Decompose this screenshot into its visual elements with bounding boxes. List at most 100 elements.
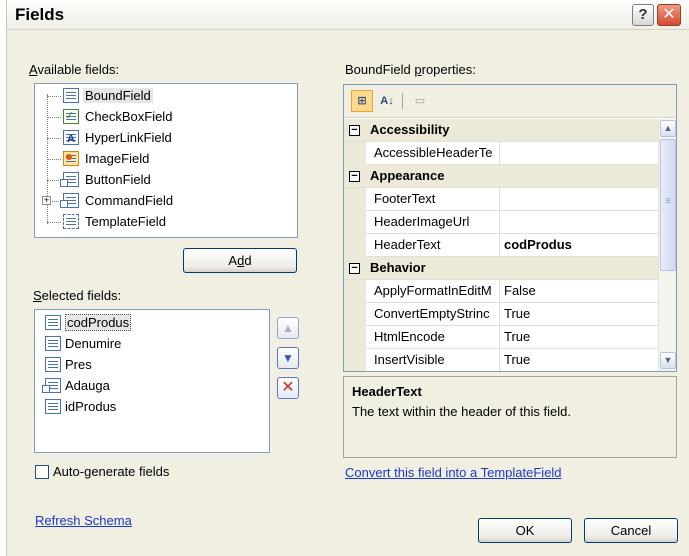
property-value[interactable]: True <box>500 303 530 325</box>
category-label: Appearance <box>370 168 445 183</box>
collapse-icon[interactable]: − <box>349 263 360 274</box>
tree-item-imagefield[interactable]: ImageField <box>63 149 151 169</box>
categorized-icon[interactable]: ⊞ <box>351 90 373 112</box>
property-row[interactable]: InsertVisible True <box>344 349 658 371</box>
tree-item-boundfield[interactable]: BoundField <box>63 86 153 106</box>
category-label: Accessibility <box>370 122 450 137</box>
move-up-button[interactable]: ▲ <box>277 317 299 339</box>
tree-item-templatefield[interactable]: TemplateField <box>63 212 168 232</box>
property-row[interactable]: ApplyFormatInEditM False <box>344 280 658 303</box>
property-description-panel: HeaderText The text within the header of… <box>343 376 677 458</box>
scroll-up-arrow-icon[interactable]: ▲ <box>660 120 676 137</box>
list-item[interactable]: Adauga <box>42 376 110 396</box>
category-accessibility[interactable]: − Accessibility <box>344 119 658 142</box>
expand-commandfield-toggle[interactable]: + <box>42 196 51 205</box>
property-value[interactable]: codProdus <box>500 234 572 256</box>
title-bar[interactable]: Fields ? ✕ <box>7 0 689 30</box>
property-name: AccessibleHeaderTe <box>366 142 500 164</box>
auto-generate-checkbox[interactable] <box>35 465 49 479</box>
row-gutter <box>344 280 366 303</box>
toolbar-separator <box>402 93 403 109</box>
selected-fields-list[interactable]: codProdus Denumire Pres Adauga idProdus <box>34 309 270 453</box>
tree-connector-line <box>47 180 61 181</box>
tree-item-commandfield[interactable]: CommandField <box>60 191 175 211</box>
imagefield-icon <box>63 151 79 166</box>
property-row[interactable]: FooterText <box>344 188 658 211</box>
boundfield-icon <box>45 357 61 372</box>
category-behavior[interactable]: − Behavior <box>344 257 658 280</box>
collapse-icon[interactable]: − <box>349 171 360 182</box>
description-text: The text within the header of this field… <box>352 404 571 419</box>
auto-generate-label[interactable]: Auto-generate fields <box>53 464 169 479</box>
category-label: Behavior <box>370 260 426 275</box>
tree-connector-line <box>47 117 61 118</box>
property-name: HtmlEncode <box>366 326 500 348</box>
cancel-button[interactable]: Cancel <box>584 518 678 543</box>
property-row[interactable]: AccessibleHeaderTe <box>344 142 658 165</box>
scroll-down-arrow-icon[interactable]: ▼ <box>660 352 676 369</box>
tree-item-label: ButtonField <box>85 172 151 187</box>
tree-item-label: TemplateField <box>85 214 166 229</box>
available-fields-tree[interactable]: + BoundField CheckBoxField HyperLinkFiel… <box>34 83 298 238</box>
property-name: ConvertEmptyStrinc <box>366 303 500 325</box>
buttonfield-icon <box>42 378 61 393</box>
selected-fields-label: Selected fields: <box>33 288 122 303</box>
list-item-label: Adauga <box>65 378 110 393</box>
property-value[interactable]: True <box>500 349 530 371</box>
hyperlinkfield-icon <box>63 129 79 149</box>
tree-connector-line <box>47 222 61 223</box>
list-item[interactable]: idProdus <box>45 397 116 417</box>
category-appearance[interactable]: − Appearance <box>344 165 658 188</box>
list-item-label: Pres <box>65 357 92 372</box>
property-name: FooterText <box>366 188 500 210</box>
refresh-schema-link[interactable]: Refresh Schema <box>35 513 132 528</box>
row-gutter <box>344 349 366 371</box>
convert-to-templatefield-link[interactable]: Convert this field into a TemplateField <box>345 465 562 480</box>
row-gutter <box>344 211 366 234</box>
list-item[interactable]: Pres <box>45 355 92 375</box>
collapse-icon[interactable]: − <box>349 125 360 136</box>
tree-item-label: CheckBoxField <box>85 109 173 124</box>
ok-button[interactable]: OK <box>478 518 572 543</box>
alphabetical-icon[interactable]: A↓ <box>376 90 398 112</box>
row-gutter <box>344 188 366 211</box>
property-row[interactable]: HtmlEncode True <box>344 326 658 349</box>
property-name: HeaderImageUrl <box>366 211 500 233</box>
tree-item-label: HyperLinkField <box>85 130 172 145</box>
boundfield-icon <box>45 399 61 414</box>
property-pages-icon[interactable]: ▭ <box>409 90 431 112</box>
property-row[interactable]: ConvertEmptyStrinc True <box>344 303 658 326</box>
list-item[interactable]: codProdus <box>45 313 132 333</box>
tree-connector-line <box>47 159 61 160</box>
scrollbar-thumb[interactable] <box>660 139 676 271</box>
tree-connector-line <box>47 96 61 97</box>
property-name: InsertVisible <box>366 349 500 371</box>
property-grid[interactable]: ⊞ A↓ ▭ − Accessibility AccessibleHeaderT… <box>343 84 677 372</box>
row-gutter <box>344 303 366 326</box>
close-button[interactable]: ✕ <box>657 4 681 26</box>
property-value[interactable]: False <box>500 280 536 302</box>
property-row-headertext[interactable]: HeaderText codProdus <box>344 234 658 257</box>
property-grid-toolbar: ⊞ A↓ ▭ <box>344 85 676 118</box>
fields-dialog: Fields ? ✕ Available fields: + BoundFiel… <box>6 0 689 556</box>
help-button[interactable]: ? <box>632 4 654 26</box>
row-gutter <box>344 142 366 165</box>
tree-item-hyperlinkfield[interactable]: HyperLinkField <box>63 128 174 149</box>
buttonfield-icon <box>60 172 79 187</box>
list-item-label: Denumire <box>65 336 122 351</box>
property-name: HeaderText <box>366 234 500 256</box>
list-item-label: idProdus <box>65 399 117 414</box>
add-button[interactable]: Add <box>183 248 297 273</box>
delete-field-button[interactable]: ✕ <box>277 377 299 399</box>
tree-item-checkboxfield[interactable]: CheckBoxField <box>63 106 174 127</box>
tree-item-label: BoundField <box>83 88 153 103</box>
property-grid-scrollbar[interactable]: ▲ ▼ <box>658 119 676 371</box>
property-row[interactable]: HeaderImageUrl <box>344 211 658 234</box>
tree-item-buttonfield[interactable]: ButtonField <box>60 170 153 190</box>
move-down-button[interactable]: ▼ <box>277 347 299 369</box>
property-value[interactable]: True <box>500 326 530 348</box>
list-item[interactable]: Denumire <box>45 334 121 354</box>
property-name: ApplyFormatInEditM <box>366 280 500 302</box>
description-title: HeaderText <box>352 384 422 399</box>
tree-connector-line <box>47 138 61 139</box>
